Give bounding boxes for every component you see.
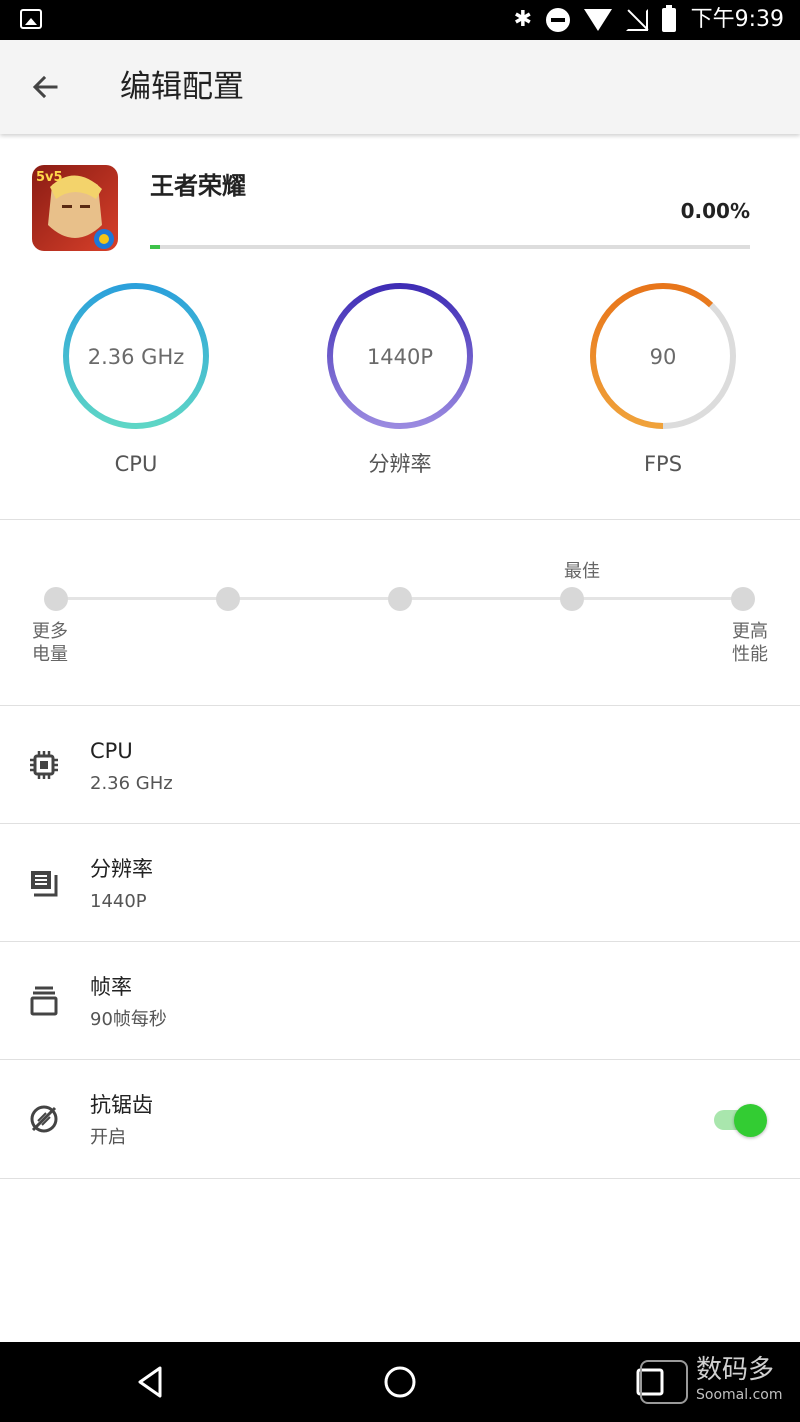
- cpu-gauge-value: 2.36 GHz: [87, 345, 185, 369]
- slider-stop-4[interactable]: [560, 587, 584, 611]
- status-bar: ✱ 下午9:39: [0, 0, 800, 40]
- setting-row-anti-aliasing[interactable]: 抗锯齿 开启: [0, 1060, 800, 1177]
- setting-title: 抗锯齿: [90, 1093, 153, 1117]
- watermark-subtext: Soomal.com: [696, 1387, 783, 1403]
- resolution-gauge-label: 分辨率: [368, 452, 432, 476]
- slider-stop-3[interactable]: [388, 587, 412, 611]
- resolution-gauge: 1440P 分辨率: [324, 280, 484, 476]
- arrow-back-icon: [32, 75, 58, 99]
- watermark-logo: [640, 1360, 688, 1404]
- slider-left-label: 更多 电量: [32, 621, 68, 665]
- fps-gauge-value: 90: [649, 345, 677, 369]
- no-signal-icon: [626, 9, 648, 31]
- navigation-bar: 数码多 Soomal.com: [0, 1342, 800, 1422]
- setting-row-frame-rate[interactable]: 帧率 90帧每秒: [0, 942, 800, 1059]
- watermark: 数码多 Soomal.com: [640, 1352, 790, 1412]
- divider: [0, 1178, 800, 1179]
- cpu-chip-icon: [30, 751, 58, 779]
- slider-recommended-label: 最佳: [564, 561, 600, 582]
- nav-home-button[interactable]: [380, 1362, 420, 1402]
- resolution-gauge-value: 1440P: [366, 345, 434, 369]
- nav-back-button[interactable]: [130, 1362, 170, 1402]
- home-circle-icon: [384, 1366, 416, 1398]
- status-icons: ✱: [513, 5, 676, 34]
- svg-text:5v5: 5v5: [36, 170, 63, 185]
- back-button[interactable]: [26, 67, 66, 107]
- slider-stop-2[interactable]: [216, 587, 240, 611]
- frame-rate-icon: [30, 986, 58, 1016]
- progress-percent: 0.00%: [680, 199, 750, 223]
- toggle-thumb: [734, 1104, 767, 1137]
- slider-stop-1[interactable]: [44, 587, 68, 611]
- progress-bar-fill: [150, 245, 160, 249]
- do-not-disturb-icon: [546, 8, 570, 32]
- fps-gauge-label: FPS: [643, 452, 683, 476]
- resolution-icon: [31, 871, 58, 897]
- anti-aliasing-toggle[interactable]: [714, 1104, 768, 1137]
- setting-title: CPU: [90, 739, 133, 763]
- battery-icon: [662, 5, 676, 32]
- status-time: 下午9:39: [690, 7, 784, 32]
- setting-value: 90帧每秒: [90, 1009, 167, 1030]
- anti-aliasing-icon: [30, 1105, 58, 1133]
- setting-row-resolution[interactable]: 分辨率 1440P: [0, 824, 800, 941]
- divider: [0, 519, 800, 520]
- setting-row-cpu[interactable]: CPU 2.36 GHz: [0, 706, 800, 823]
- bluetooth-icon: ✱: [513, 7, 532, 32]
- app-bar: 编辑配置: [0, 40, 800, 134]
- setting-value: 2.36 GHz: [90, 773, 173, 794]
- setting-title: 分辨率: [90, 857, 153, 881]
- cpu-gauge-label: CPU: [114, 452, 158, 476]
- page-title: 编辑配置: [120, 69, 244, 105]
- fps-gauge: 90 FPS: [587, 280, 747, 476]
- setting-title: 帧率: [90, 975, 132, 999]
- progress-bar: [150, 245, 750, 249]
- game-name: 王者荣耀: [150, 172, 246, 200]
- image-icon: [20, 9, 42, 29]
- game-app-icon: 5v5: [32, 165, 118, 251]
- setting-value: 开启: [90, 1127, 126, 1148]
- slider-stop-5[interactable]: [731, 587, 755, 611]
- watermark-text: 数码多: [696, 1355, 775, 1385]
- back-triangle-icon: [138, 1366, 162, 1398]
- setting-value: 1440P: [90, 891, 147, 912]
- wifi-icon: [584, 9, 612, 31]
- cpu-gauge: 2.36 GHz CPU: [60, 280, 220, 476]
- slider-right-label: 更高 性能: [732, 621, 768, 665]
